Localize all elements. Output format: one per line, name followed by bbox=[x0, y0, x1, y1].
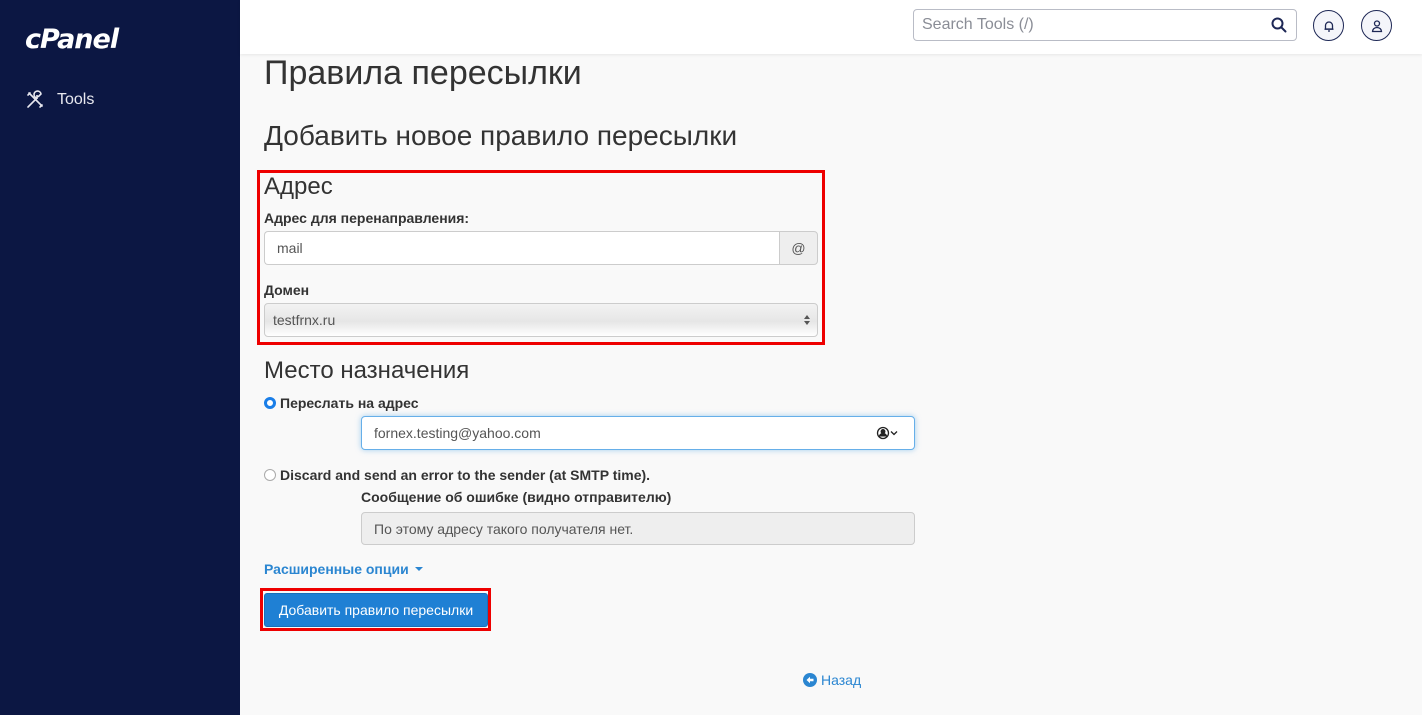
user-icon bbox=[1371, 19, 1382, 32]
sidebar: cPanel Tools bbox=[0, 0, 240, 715]
arrow-left-circle-icon bbox=[803, 673, 817, 687]
contact-autofill-icon[interactable] bbox=[876, 426, 902, 440]
top-bar bbox=[240, 0, 1422, 54]
highlight-submit-button bbox=[260, 588, 491, 631]
tools-icon bbox=[27, 90, 43, 108]
user-menu-button[interactable] bbox=[1361, 10, 1392, 41]
caret-down-icon bbox=[414, 567, 423, 571]
radio-discard-label: Discard and send an error to the sender … bbox=[280, 467, 651, 483]
destination-heading: Место назначения bbox=[264, 357, 470, 384]
search-box bbox=[913, 9, 1297, 41]
notifications-button[interactable] bbox=[1313, 10, 1344, 41]
cpanel-logo[interactable]: cPanel bbox=[25, 24, 119, 55]
search-input[interactable] bbox=[914, 10, 1270, 40]
back-link[interactable]: Назад bbox=[803, 672, 861, 688]
error-message-input[interactable]: По этому адресу такого получателя нет. bbox=[361, 512, 915, 545]
page-title: Правила пересылки bbox=[264, 54, 582, 92]
radio-forward-label: Переслать на адрес bbox=[280, 395, 419, 411]
section-title: Добавить новое правило пересылки bbox=[264, 120, 738, 151]
advanced-options-toggle[interactable]: Расширенные опции bbox=[264, 561, 423, 577]
forward-to-input[interactable] bbox=[362, 425, 876, 441]
radio-button-unselected[interactable] bbox=[264, 469, 276, 481]
search-icon[interactable] bbox=[1270, 16, 1288, 34]
sidebar-item-tools[interactable]: Tools bbox=[25, 90, 94, 110]
radio-discard-with-error[interactable]: Discard and send an error to the sender … bbox=[264, 467, 650, 483]
highlight-address-section bbox=[257, 170, 825, 345]
back-label: Назад bbox=[821, 672, 862, 688]
error-message-label: Сообщение об ошибке (видно отправителю) bbox=[361, 489, 672, 505]
radio-button-selected[interactable] bbox=[264, 397, 276, 409]
bell-icon bbox=[1324, 20, 1333, 32]
sidebar-item-label: Tools bbox=[57, 91, 95, 108]
advanced-options-label: Расширенные опции bbox=[264, 561, 409, 577]
forward-to-field bbox=[361, 416, 915, 450]
radio-forward-to-address[interactable]: Переслать на адрес bbox=[264, 395, 419, 411]
